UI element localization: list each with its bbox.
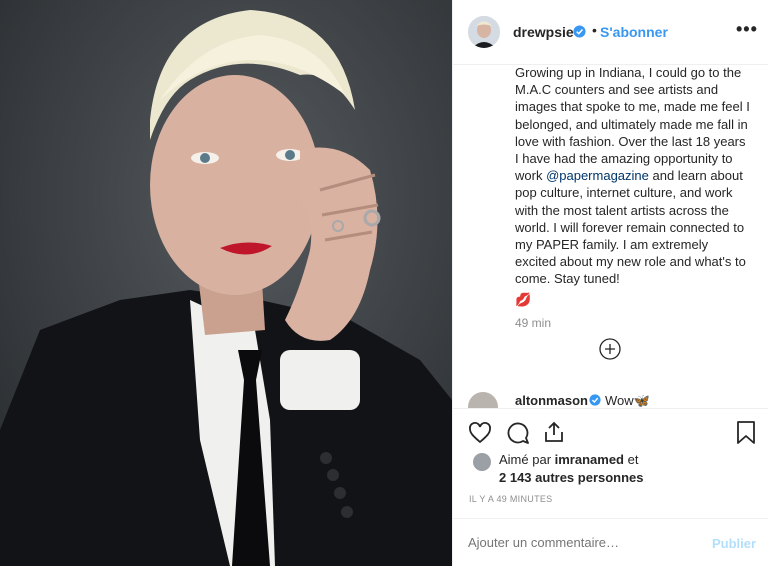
comment-icon[interactable] xyxy=(506,421,530,445)
post-caption: Growing up in Indiana, I could go to the… xyxy=(515,65,751,308)
liked-by-prefix: Aimé par xyxy=(499,452,555,467)
post-time-ago[interactable]: IL Y A 49 MINUTES xyxy=(469,494,552,504)
liked-by-suffix: et xyxy=(624,452,639,467)
caption-timestamp[interactable]: 49 min xyxy=(515,316,551,330)
caption-text-part-1: Growing up in Indiana, I could go to the… xyxy=(515,65,750,184)
post-side-panel: drewpsie • S'abonner ••• Growing up in I… xyxy=(452,0,768,566)
liked-by-user[interactable]: imranamed xyxy=(555,452,624,467)
plus-circle-icon[interactable] xyxy=(599,338,621,360)
comment-item: altonmason Wow🦋 xyxy=(453,388,768,408)
comments-scroll-area[interactable]: Growing up in Indiana, I could go to the… xyxy=(453,65,768,395)
verified-icon xyxy=(589,394,601,406)
add-comment-bar: Publier xyxy=(453,518,768,567)
comment-avatar[interactable] xyxy=(468,392,498,408)
likes-count[interactable]: 2 143 autres personnes xyxy=(499,470,644,485)
author-avatar[interactable] xyxy=(468,16,500,48)
publish-button[interactable]: Publier xyxy=(712,536,756,551)
comment-text: Wow🦋 xyxy=(605,393,650,408)
follow-button[interactable]: S'abonner xyxy=(600,24,668,40)
post-header: drewpsie • S'abonner ••• xyxy=(453,0,768,65)
comment-username[interactable]: altonmason xyxy=(515,393,588,408)
author-username[interactable]: drewpsie xyxy=(513,24,574,40)
header-separator: • xyxy=(592,22,597,38)
caption-text-part-2: and learn about pop culture, internet cu… xyxy=(515,168,746,287)
avatar-image xyxy=(468,16,500,48)
liked-by-line: Aimé par imranamed et xyxy=(499,452,638,467)
share-icon[interactable] xyxy=(542,420,566,444)
bookmark-icon[interactable] xyxy=(736,421,756,445)
heart-icon[interactable] xyxy=(468,421,492,445)
verified-icon xyxy=(573,25,586,38)
portrait-image xyxy=(0,0,452,566)
caption-mention-link[interactable]: @papermagazine xyxy=(546,168,649,183)
comment-input[interactable] xyxy=(468,535,698,550)
post-actions: Aimé par imranamed et 2 143 autres perso… xyxy=(453,408,768,519)
liker-avatar[interactable] xyxy=(473,453,491,471)
post-photo[interactable] xyxy=(0,0,452,566)
lips-emoji: 💋 xyxy=(515,291,532,307)
more-options-icon[interactable]: ••• xyxy=(736,19,758,40)
